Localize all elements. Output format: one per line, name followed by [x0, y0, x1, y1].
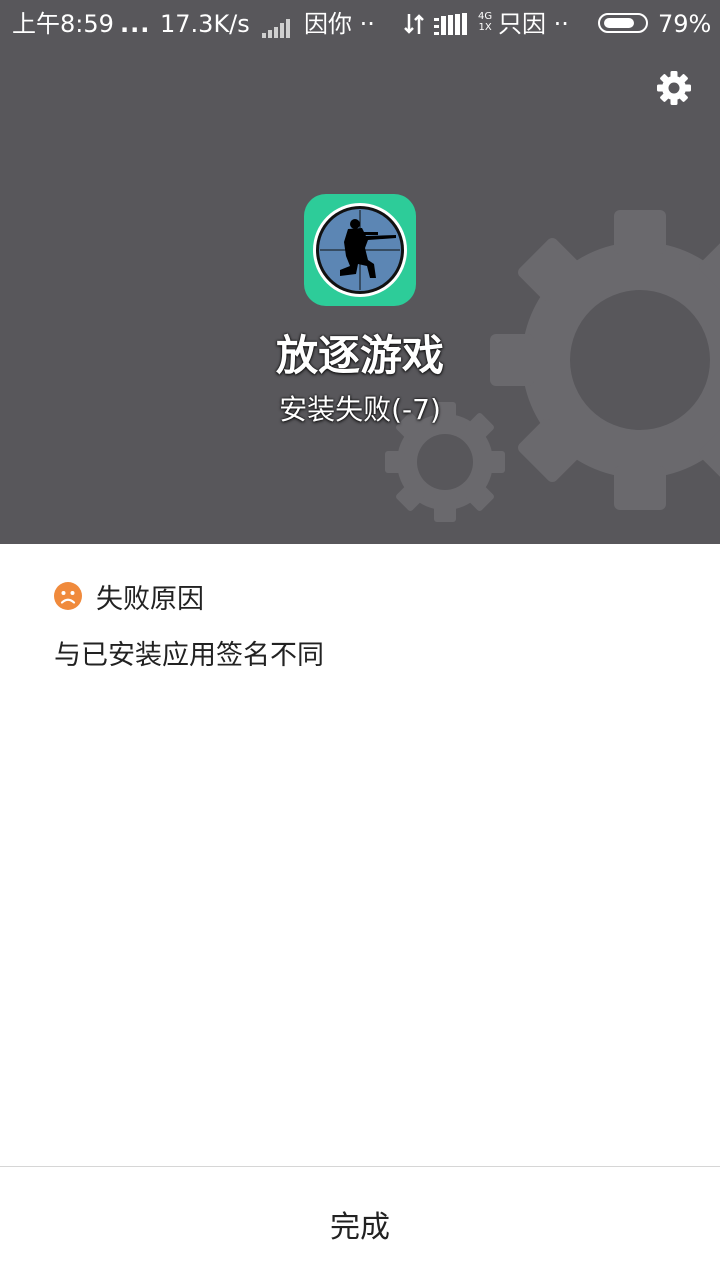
network-type-label: 4G 1X — [478, 11, 493, 33]
install-status: 安装失败(-7) — [279, 393, 441, 426]
status-more-dots: ... — [120, 10, 151, 38]
done-button[interactable]: 完成 — [0, 1167, 720, 1280]
data-transfer-icon — [402, 12, 426, 44]
status-carrier-2: 只因 ·· — [498, 10, 569, 38]
sniper-crosshair-icon — [313, 203, 407, 297]
sad-face-icon — [54, 582, 82, 610]
status-bar: 上午8:59 ... 17.3K/s 因你 ·· 4G 1X 只因 ·· 79% — [0, 0, 720, 48]
app-icon — [304, 194, 416, 306]
header-panel: 上午8:59 ... 17.3K/s 因你 ·· 4G 1X 只因 ·· 79%… — [0, 0, 720, 544]
status-time: 上午8:59 — [12, 10, 114, 38]
app-name: 放逐游戏 — [275, 331, 444, 380]
failure-reason-header: 失败原因 — [54, 576, 204, 616]
settings-button[interactable] — [652, 66, 696, 110]
signal-full-icon — [434, 12, 474, 44]
signal-weak-icon — [262, 14, 292, 46]
gear-icon — [657, 71, 691, 105]
failure-reason-title: 失败原因 — [96, 583, 204, 615]
status-network-speed: 17.3K/s — [160, 10, 250, 38]
battery-icon — [598, 13, 648, 33]
status-carrier-1: 因你 ·· — [304, 10, 375, 38]
bottom-action-bar: 完成 — [0, 1166, 720, 1280]
failure-reason-text: 与已安装应用签名不同 — [54, 640, 324, 671]
battery-percent: 79% — [658, 10, 712, 38]
installer-result-screen: 上午8:59 ... 17.3K/s 因你 ·· 4G 1X 只因 ·· 79%… — [0, 0, 720, 1280]
